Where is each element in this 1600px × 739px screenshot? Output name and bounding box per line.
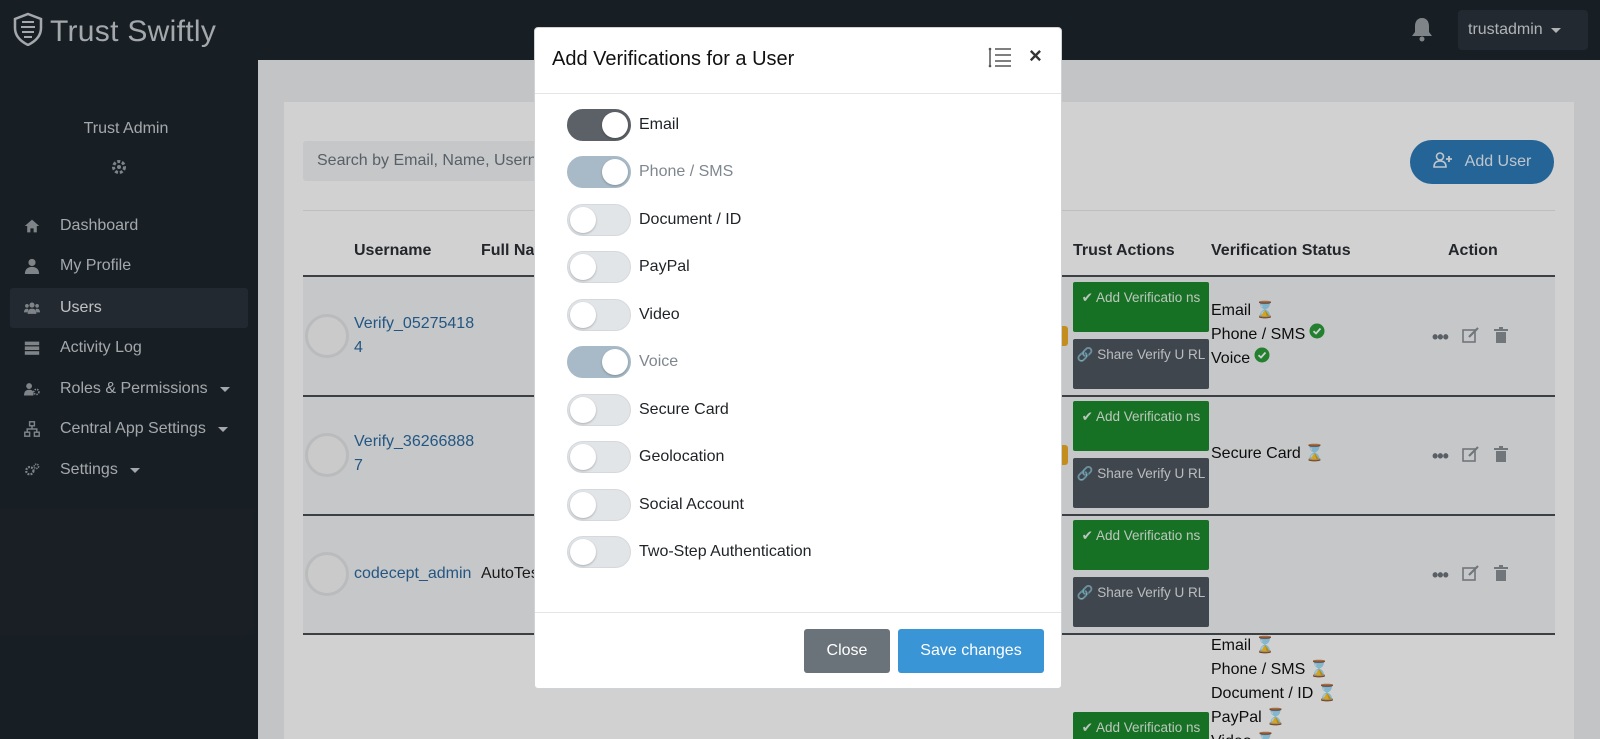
toggle-geolocation[interactable]: Geolocation: [567, 441, 724, 473]
toggle-voice[interactable]: Voice: [567, 346, 678, 378]
toggle-switch[interactable]: [567, 204, 631, 236]
close-button[interactable]: Close: [804, 629, 890, 673]
toggle-secure-card[interactable]: Secure Card: [567, 394, 729, 426]
toggle-phone-sms[interactable]: Phone / SMS: [567, 156, 733, 188]
modal-footer: Close Save changes: [535, 612, 1061, 688]
modal-title: Add Verifications for a User: [552, 48, 795, 70]
toggle-switch[interactable]: [567, 394, 631, 426]
toggle-switch[interactable]: [567, 536, 631, 568]
toggle-label: PayPal: [639, 258, 690, 275]
toggle-label: Social Account: [639, 496, 744, 513]
toggle-email[interactable]: Email: [567, 109, 679, 141]
toggle-label: Voice: [639, 353, 679, 370]
toggle-switch[interactable]: [567, 299, 631, 331]
toggle-label: Two-Step Authentication: [639, 543, 812, 560]
toggle-social-account[interactable]: Social Account: [567, 489, 744, 521]
toggle-two-step-authentication[interactable]: Two-Step Authentication: [567, 536, 812, 568]
toggle-video[interactable]: Video: [567, 299, 680, 331]
toggle-switch[interactable]: [567, 109, 631, 141]
toggle-document-id[interactable]: Document / ID: [567, 204, 741, 236]
list-icon[interactable]: [988, 46, 1012, 73]
save-changes-button[interactable]: Save changes: [898, 629, 1044, 673]
toggle-label: Email: [639, 116, 680, 133]
toggle-switch[interactable]: [567, 251, 631, 283]
toggle-switch[interactable]: [567, 346, 631, 378]
toggle-label: Document / ID: [639, 211, 742, 228]
toggle-label: Phone / SMS: [639, 163, 734, 180]
toggle-paypal[interactable]: PayPal: [567, 251, 690, 283]
toggle-switch[interactable]: [567, 156, 631, 188]
close-icon[interactable]: ×: [1029, 43, 1042, 69]
add-verifications-modal: Add Verifications for a User × Email Pho…: [534, 27, 1062, 689]
toggle-switch[interactable]: [567, 441, 631, 473]
toggle-switch[interactable]: [567, 489, 631, 521]
toggle-label: Geolocation: [639, 448, 725, 465]
toggle-label: Video: [639, 306, 680, 323]
modal-header: Add Verifications for a User ×: [535, 28, 1061, 94]
toggle-label: Secure Card: [639, 401, 729, 418]
